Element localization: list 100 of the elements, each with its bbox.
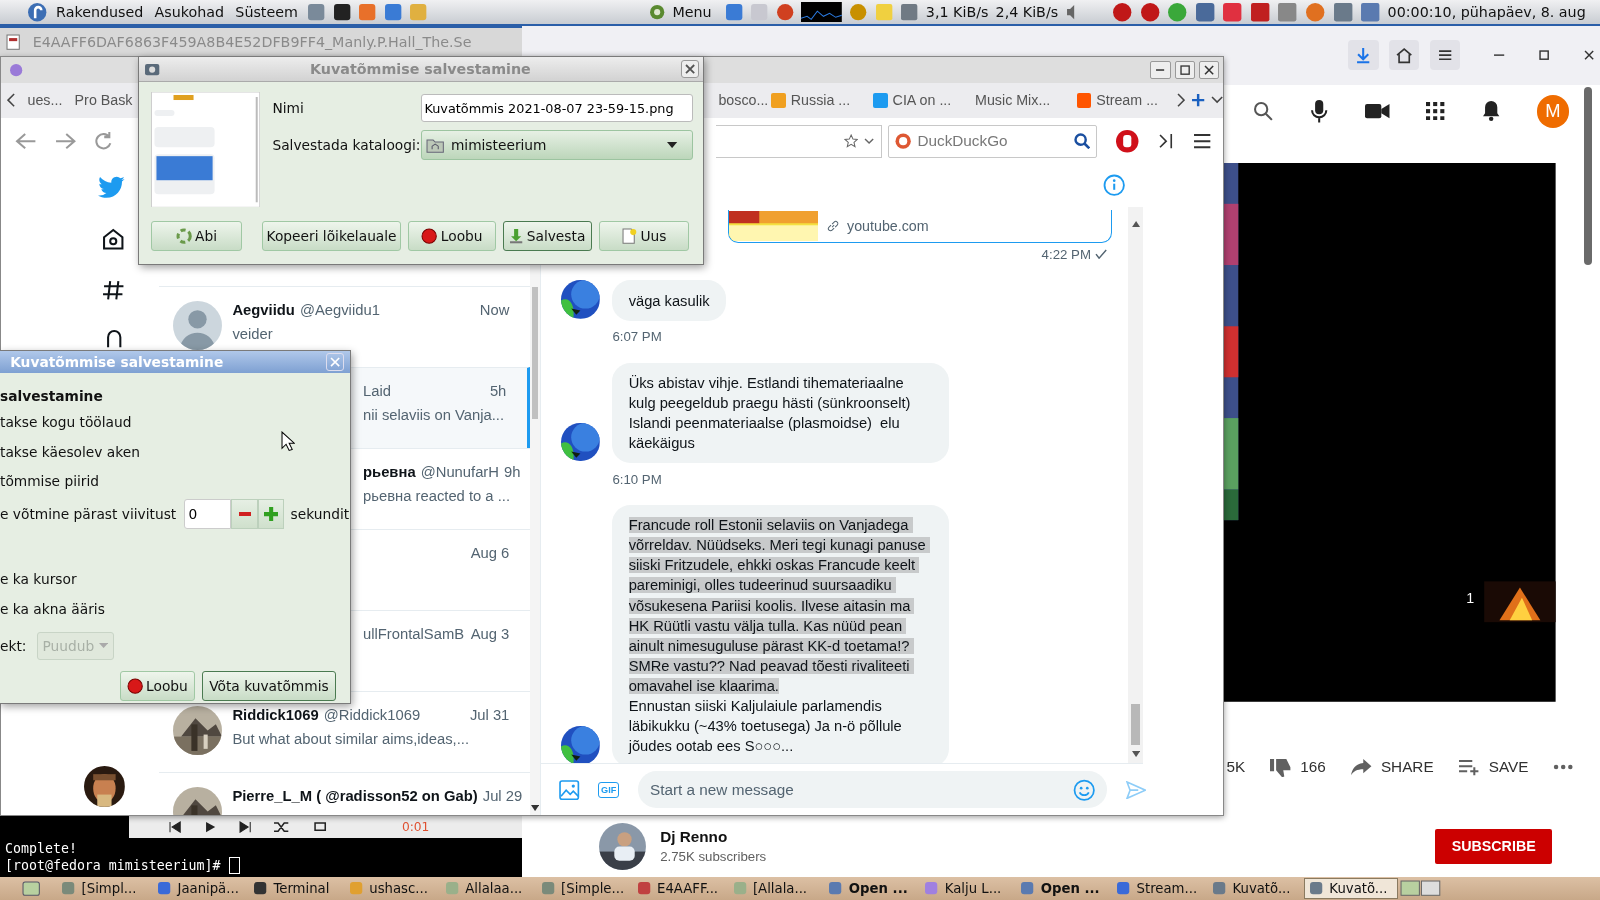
shuffle-icon[interactable] xyxy=(273,820,290,834)
option-label[interactable]: tõmmise piirid xyxy=(0,467,100,497)
browser-tab[interactable]: ues... xyxy=(21,82,69,119)
option-label[interactable]: takse kogu töölaud xyxy=(0,408,132,438)
browser-tab[interactable]: Russia ... xyxy=(769,82,866,119)
menu-item[interactable]: Menu xyxy=(672,4,712,21)
share-button[interactable]: SHARE xyxy=(1350,758,1434,777)
link-card[interactable]: youtube.com xyxy=(727,210,1113,243)
dialog-button[interactable]: Loobu xyxy=(119,671,195,701)
dislike-button[interactable]: 166 xyxy=(1269,757,1326,778)
new-tab-icon[interactable] xyxy=(1190,93,1206,108)
taskbar-item[interactable]: Kuvatõ... xyxy=(1208,877,1302,899)
increase-button[interactable] xyxy=(257,498,285,530)
taskbar-item[interactable]: [Allala... xyxy=(728,877,823,899)
browser-tab[interactable]: Pro Bask xyxy=(68,82,139,119)
menu-item[interactable]: Süsteem xyxy=(235,4,298,21)
apps-grid-icon[interactable] xyxy=(1426,102,1445,121)
close-button[interactable] xyxy=(1199,60,1220,79)
effect-dropdown: Puudub xyxy=(36,631,115,661)
dialog-button[interactable]: Loobu xyxy=(408,221,496,251)
subscribe-button[interactable]: SUBSCRIBE xyxy=(1435,829,1553,864)
menu-item[interactable]: Rakendused xyxy=(56,4,144,21)
folder-dropdown[interactable]: mimisteerium xyxy=(421,129,693,161)
chevron-down-icon[interactable] xyxy=(864,137,875,145)
back-icon[interactable] xyxy=(15,132,38,151)
taskbar-item[interactable]: [Simple... xyxy=(536,877,631,899)
chevron-down-icon[interactable] xyxy=(1211,96,1224,105)
info-icon[interactable] xyxy=(1103,174,1126,197)
option-label[interactable]: e ka kursor xyxy=(0,565,77,595)
download-button[interactable] xyxy=(1347,39,1379,71)
browser-tab[interactable]: Music Mix... xyxy=(973,82,1069,119)
cpu-graph-icon[interactable] xyxy=(801,2,843,23)
scroll-up-icon[interactable] xyxy=(1131,221,1140,228)
taskbar-item[interactable]: Jaanipä... xyxy=(153,877,247,899)
decrease-button[interactable] xyxy=(231,498,258,530)
scroll-down-icon[interactable] xyxy=(1131,751,1140,758)
taskbar-item[interactable]: Open ... xyxy=(824,877,919,899)
show-desktop-icon[interactable] xyxy=(22,880,41,897)
start-icon[interactable] xyxy=(26,2,47,23)
reload-icon[interactable] xyxy=(92,131,114,152)
scroll-right-icon[interactable] xyxy=(1176,93,1185,108)
record-icon[interactable] xyxy=(1112,2,1133,23)
search-field[interactable]: DuckDuckGo xyxy=(887,124,1098,158)
maximize-button[interactable] xyxy=(1174,60,1195,79)
microphone-icon[interactable] xyxy=(1310,98,1329,124)
taskbar-item[interactable]: Stream... xyxy=(1112,877,1206,899)
home-button[interactable] xyxy=(1388,39,1420,71)
taskbar-item[interactable]: Allalaa... xyxy=(440,877,535,899)
dialog-button[interactable]: Kopeeri lõikelauale xyxy=(262,221,401,251)
workspace-icon[interactable] xyxy=(1399,880,1441,897)
minimize-button[interactable] xyxy=(1150,60,1171,79)
record-icon[interactable] xyxy=(1139,2,1161,23)
dialog-button[interactable]: Abi xyxy=(151,221,242,251)
star-icon[interactable] xyxy=(844,134,859,149)
maximize-icon[interactable] xyxy=(1537,48,1550,62)
scrollbar-thumb[interactable] xyxy=(1130,704,1140,745)
option-label[interactable]: e ka akna ääris xyxy=(0,594,105,625)
taskbar-item[interactable]: Terminal xyxy=(248,877,343,899)
save-button[interactable]: SAVE xyxy=(1458,758,1529,777)
forward-icon[interactable] xyxy=(54,132,77,151)
conversation-item[interactable]: Aegviidu @Aegviidu1 Now veider xyxy=(158,285,530,350)
message-field[interactable]: Start a new message xyxy=(637,771,1108,809)
scrollbar-thumb[interactable] xyxy=(531,286,538,420)
browser-tab[interactable]: CIA on ... xyxy=(871,82,967,119)
sidebar-icon[interactable] xyxy=(1158,133,1175,150)
scroll-left-icon[interactable] xyxy=(7,93,16,108)
menu-button[interactable] xyxy=(1429,39,1461,71)
channel-name[interactable]: Dj Renno xyxy=(660,828,767,847)
delay-field[interactable]: 0 xyxy=(184,498,232,530)
close-icon[interactable] xyxy=(1582,48,1595,62)
conversation-item[interactable]: Pierre_L_M ( @radisson52 on Gab) Jul 29 xyxy=(158,771,530,816)
menu-item[interactable]: Asukohad xyxy=(154,4,225,21)
taskbar-item[interactable]: Kalju L... xyxy=(920,877,1015,899)
like-count[interactable]: 5K xyxy=(1226,758,1246,777)
video-camera-icon[interactable] xyxy=(1365,103,1390,120)
play-icon[interactable] xyxy=(204,820,217,834)
image-icon[interactable] xyxy=(559,779,580,800)
taskbar-item[interactable]: ushasc... xyxy=(344,877,439,899)
previous-icon[interactable] xyxy=(169,820,182,834)
next-icon[interactable] xyxy=(238,820,251,834)
option-label[interactable]: takse käesolev aken xyxy=(0,437,140,468)
scroll-down-icon[interactable] xyxy=(530,805,539,812)
taskbar-item[interactable]: Open ... xyxy=(1016,877,1111,899)
dialog-button[interactable]: Salvesta xyxy=(503,221,592,251)
document-icon xyxy=(6,33,21,50)
dialog-button[interactable]: Võta kuvatõmmis xyxy=(202,671,336,701)
menu-icon[interactable] xyxy=(1192,133,1212,150)
taskbar-item[interactable]: [Simpl... xyxy=(57,877,151,899)
taskbar-item[interactable]: Kuvatõ... xyxy=(1303,877,1398,899)
emoji-icon[interactable] xyxy=(1072,778,1095,801)
bird-icon[interactable] xyxy=(96,176,126,201)
scrollbar-thumb[interactable] xyxy=(1583,86,1592,266)
more-icon[interactable] xyxy=(1552,764,1574,771)
dialog-button[interactable]: Uus xyxy=(598,221,689,251)
file-name-field[interactable]: Kuvatõmmis 2021-08-07 23-59-15.png xyxy=(421,93,693,123)
browser-tab[interactable]: Stream ... xyxy=(1074,82,1171,119)
taskbar-item[interactable]: E4AAFF... xyxy=(632,877,727,899)
close-button[interactable] xyxy=(680,59,699,78)
home-icon[interactable] xyxy=(100,227,126,252)
clock[interactable]: 00:00:10, pühapäev, 8. aug xyxy=(1387,4,1600,21)
